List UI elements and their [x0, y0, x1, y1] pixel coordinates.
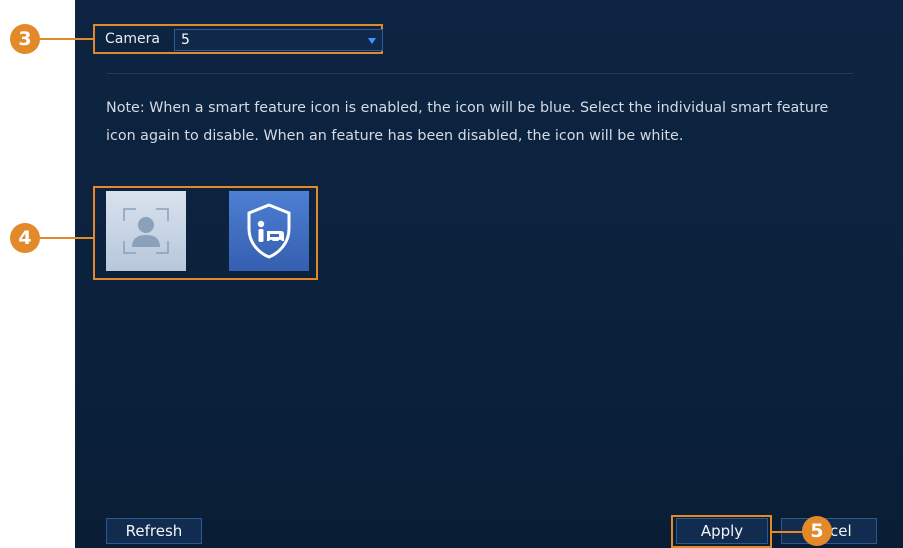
callout-4: 4 — [10, 223, 40, 253]
camera-select-value: 5 — [181, 32, 190, 48]
callout-5: 5 — [802, 516, 832, 546]
camera-select[interactable]: 5 — [174, 29, 383, 51]
callout-3-line — [40, 38, 93, 40]
divider — [107, 73, 853, 74]
callout-4-line — [40, 237, 93, 239]
face-detection-icon[interactable] — [106, 191, 186, 271]
camera-label: Camera — [105, 31, 160, 47]
refresh-button[interactable]: Refresh — [106, 518, 202, 544]
chevron-down-icon — [368, 38, 376, 44]
callout-3: 3 — [10, 24, 40, 54]
note-text: Note: When a smart feature icon is enabl… — [106, 100, 829, 144]
vehicle-detection-icon[interactable] — [229, 191, 309, 271]
apply-highlight — [671, 515, 772, 548]
callout-5-line — [771, 531, 803, 533]
